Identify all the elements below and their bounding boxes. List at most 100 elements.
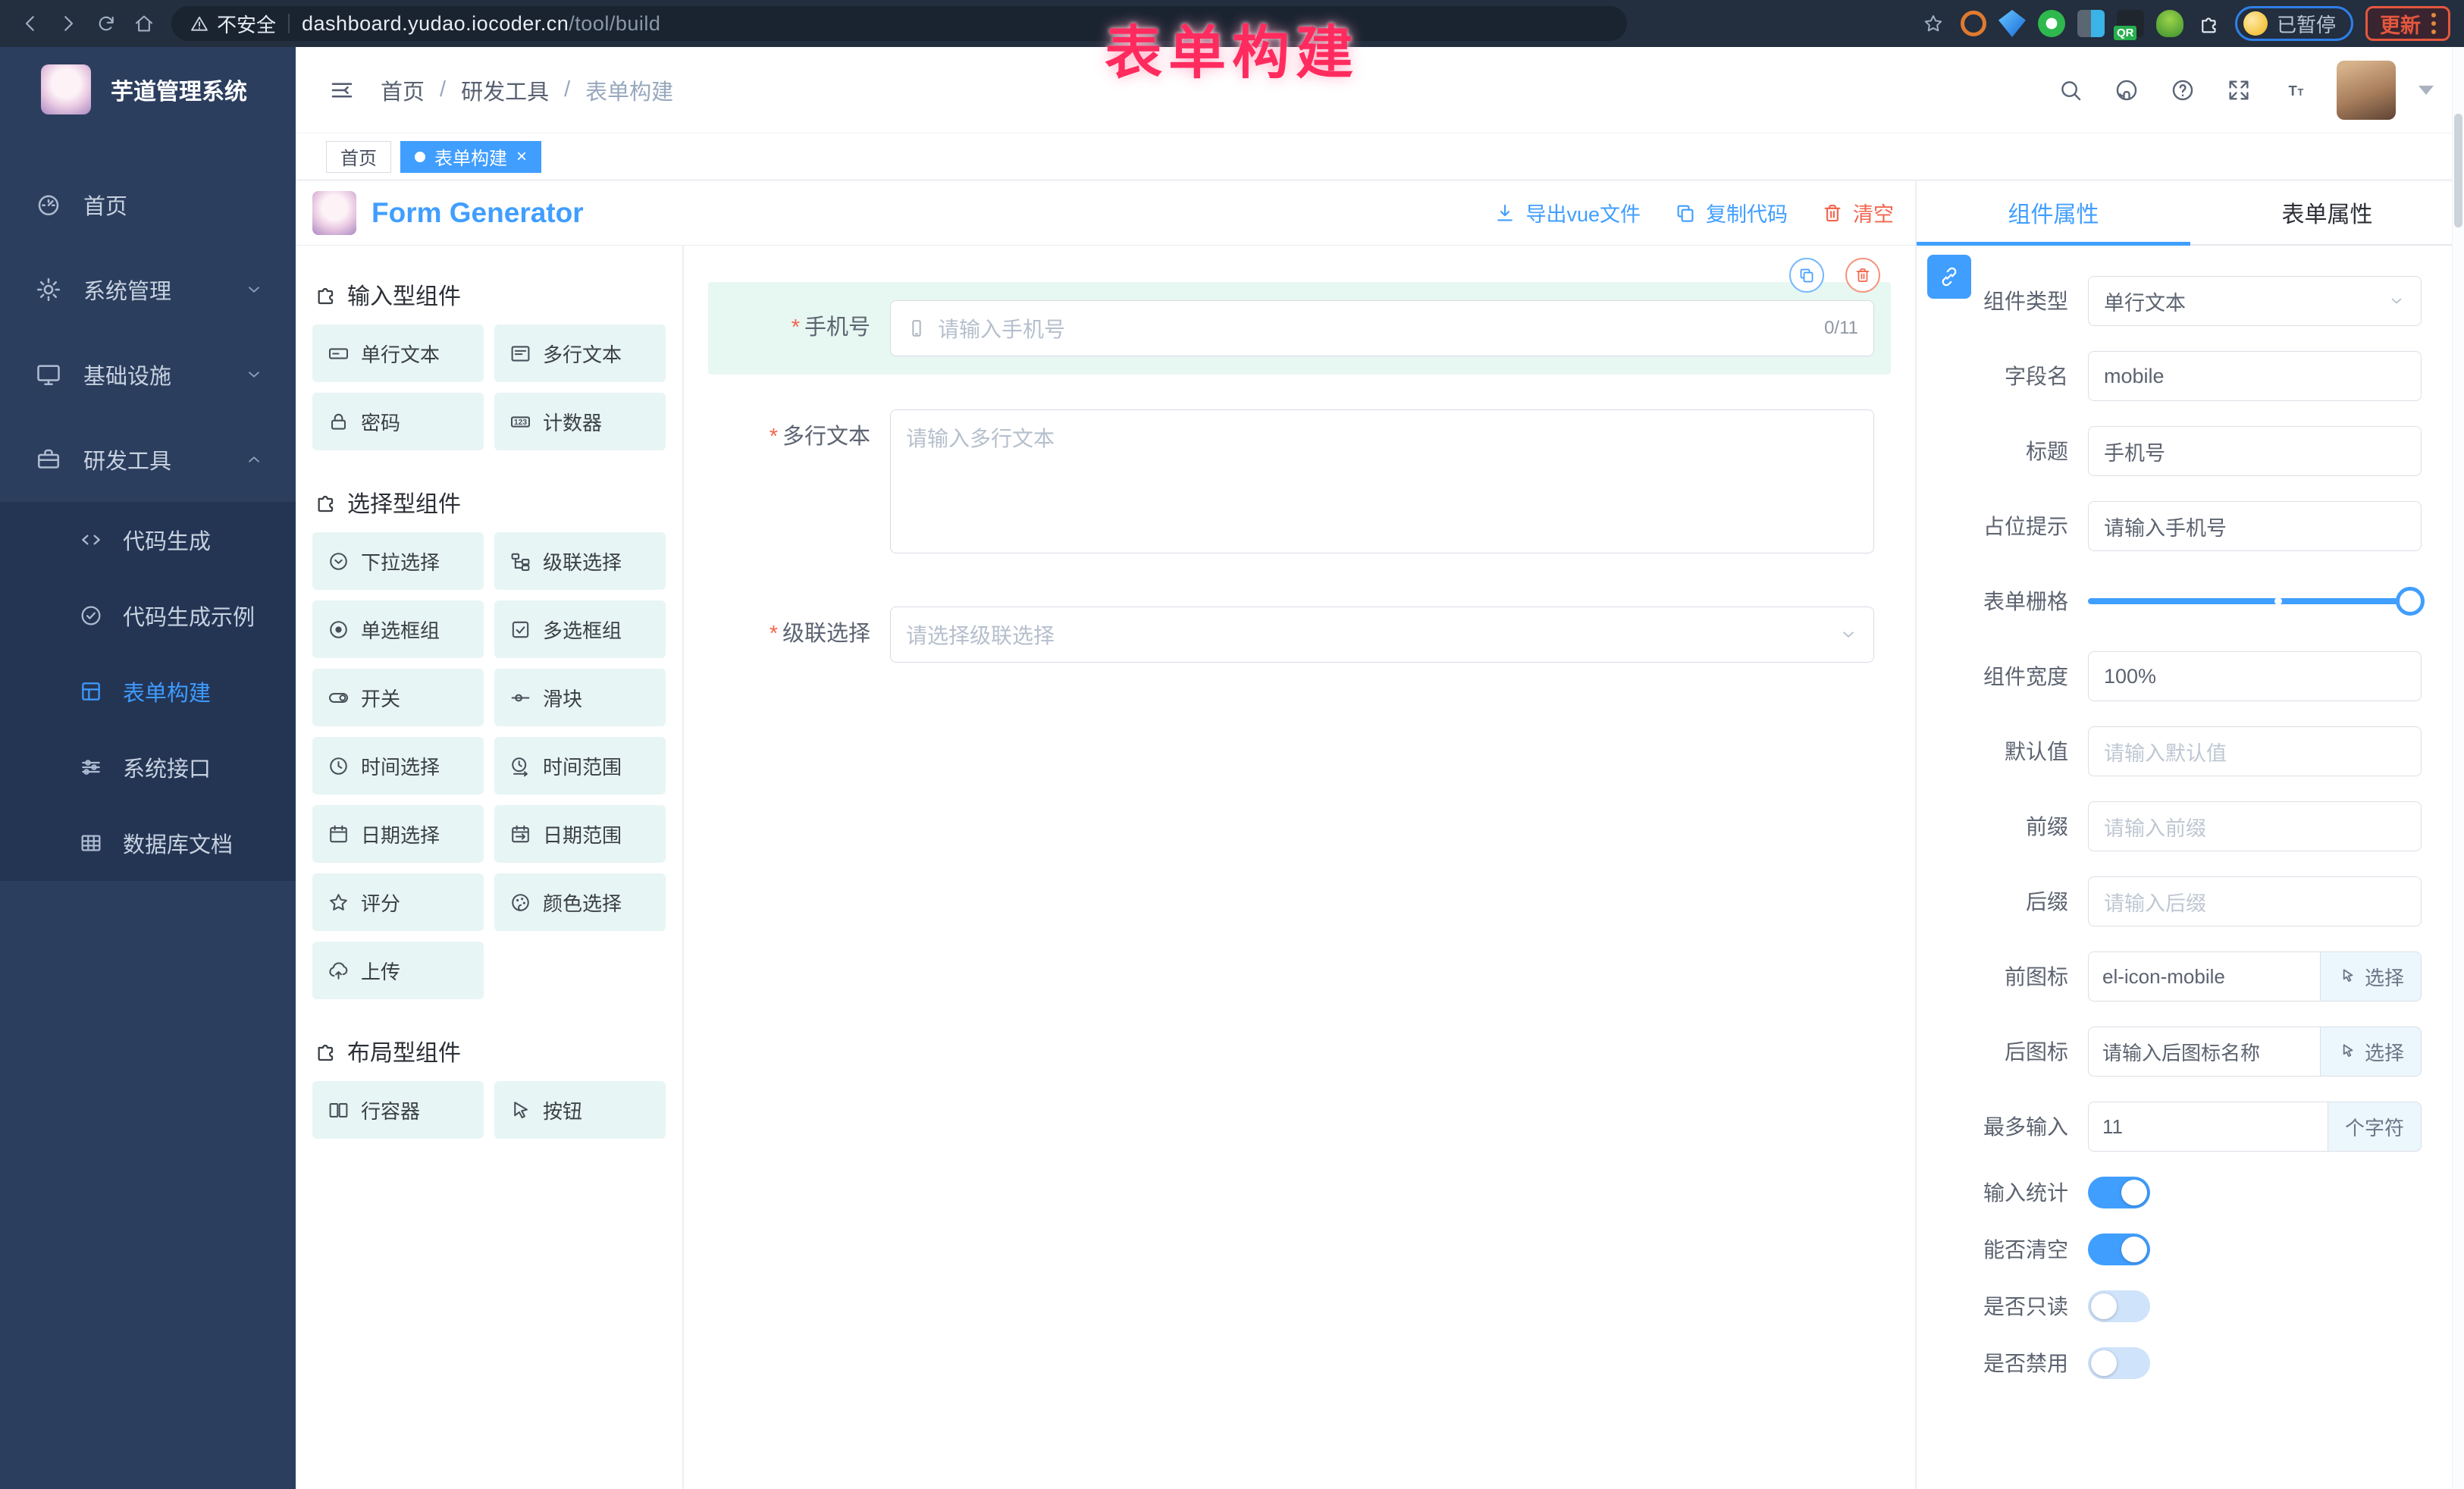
component-按钮[interactable]: 按钮 [494,1081,666,1139]
canvas-field-级联选择[interactable]: *级联选择请选择级联选择 [708,588,1891,681]
component-单选框组[interactable]: 单选框组 [312,600,484,658]
field-select[interactable]: 请选择级联选择 [890,607,1874,663]
avatar-caret-icon[interactable] [2419,86,2434,95]
prop-input[interactable]: 手机号 [2088,426,2422,476]
prop-append-button[interactable]: 选择 [2320,951,2422,1002]
sidebar-subitem-代码生成[interactable]: 代码生成 [0,502,296,578]
prop-input[interactable]: 请输入前缀 [2088,801,2422,851]
sidebar-subitem-代码生成示例[interactable]: 代码生成示例 [0,578,296,654]
toggle-能否清空[interactable] [2088,1234,2150,1265]
header-github-button[interactable] [2112,76,2141,105]
sidebar-item-首页[interactable]: 首页 [0,162,296,247]
browser-forward-button[interactable] [52,7,85,40]
prop-input[interactable]: el-icon-mobile [2088,951,2320,1002]
address-bar[interactable]: 不安全 dashboard.yudao.iocoder.cn/tool/buil… [171,6,1627,41]
header-search-button[interactable] [2056,76,2085,105]
prop-append-button[interactable]: 选择 [2320,1027,2422,1077]
prop-input[interactable]: 请输入后图标名称 [2088,1027,2320,1077]
close-tag-icon[interactable]: × [516,148,527,166]
toggle-是否只读[interactable] [2088,1290,2150,1322]
toggle-输入统计[interactable] [2088,1177,2150,1208]
component-单行文本[interactable]: 单行文本 [312,324,484,382]
breadcrumb-item[interactable]: 研发工具 [461,74,549,106]
component-行容器[interactable]: 行容器 [312,1081,484,1139]
sidebar-item-基础设施[interactable]: 基础设施 [0,332,296,417]
chevron-down-icon [1839,625,1858,644]
delete-field-button[interactable] [1845,258,1880,293]
component-计数器[interactable]: 123计数器 [494,393,666,450]
canvas-field-多行文本[interactable]: *多行文本请输入多行文本 [708,391,1891,572]
ext-gem-icon[interactable] [1998,10,2026,37]
security-chip[interactable]: 不安全 [190,10,276,38]
prop-append-button[interactable]: 个字符 [2328,1102,2422,1152]
ext-qr-icon[interactable] [2117,10,2144,37]
copy-field-button[interactable] [1789,258,1824,293]
sidebar-subitem-系统接口[interactable]: 系统接口 [0,729,296,805]
component-多行文本[interactable]: 多行文本 [494,324,666,382]
properties-tab-表单属性[interactable]: 表单属性 [2190,180,2464,244]
breadcrumb-item[interactable]: 首页 [381,74,425,106]
browser-home-button[interactable] [127,7,161,40]
prop-input[interactable]: 请输入默认值 [2088,726,2422,776]
component-日期选择[interactable]: 日期选择 [312,805,484,863]
header-font-size-button[interactable]: TT [2281,76,2309,105]
collapse-menu-icon[interactable] [326,74,358,106]
component-密码[interactable]: 密码 [312,393,484,450]
breadcrumb-item[interactable]: 表单构建 [585,74,673,106]
tag-首页[interactable]: 首页 [326,141,391,173]
sidebar-logo[interactable]: 芋道管理系统 [0,47,296,132]
ext-split-icon[interactable] [2077,10,2105,37]
browser-back-button[interactable] [14,7,47,40]
tag-表单构建[interactable]: 表单构建× [400,141,541,173]
prop-input[interactable]: mobile [2088,351,2422,401]
header-question-button[interactable] [2168,76,2197,105]
ext-plant-icon[interactable] [2156,10,2183,37]
field-input[interactable]: 请输入手机号0/11 [890,300,1874,356]
component-滑块[interactable]: 滑块 [494,669,666,726]
component-时间选择[interactable]: 时间选择 [312,737,484,795]
properties-tab-组件属性[interactable]: 组件属性 [1917,180,2190,244]
action-导出vue文件[interactable]: 导出vue文件 [1494,198,1641,227]
trash-icon [1821,202,1844,224]
field-textarea[interactable]: 请输入多行文本 [890,409,1874,553]
ext-orange-icon[interactable] [1961,11,1986,36]
component-颜色选择[interactable]: 颜色选择 [494,873,666,931]
prop-input[interactable]: 100% [2088,651,2422,701]
prop-input[interactable]: 11 [2088,1102,2328,1152]
component-开关[interactable]: 开关 [312,669,484,726]
action-清空[interactable]: 清空 [1821,198,1894,227]
sidebar-item-研发工具[interactable]: 研发工具 [0,417,296,502]
sidebar-subitem-数据库文档[interactable]: 数据库文档 [0,805,296,881]
slider-handle[interactable] [2396,587,2425,616]
component-上传[interactable]: 上传 [312,942,484,999]
page-scrollbar[interactable] [2452,47,2464,1489]
toggle-是否禁用[interactable] [2088,1347,2150,1379]
component-级联选择[interactable]: 级联选择 [494,532,666,590]
sidebar-item-系统管理[interactable]: 系统管理 [0,247,296,332]
scrollbar-thumb[interactable] [2454,114,2462,227]
form-grid-slider[interactable] [2088,576,2422,626]
action-复制代码[interactable]: 复制代码 [1674,198,1788,227]
header-fullscreen-button[interactable] [2224,76,2253,105]
update-button[interactable]: 更新 [2365,6,2450,41]
component-library: 输入型组件单行文本多行文本密码123计数器选择型组件下拉选择级联选择单选框组多选… [296,246,684,1489]
form-canvas[interactable]: *手机号请输入手机号0/11 *多行文本请输入多行文本 *级联选择请选择级联选择 [684,246,1915,1489]
prop-select[interactable]: 单行文本 [2088,276,2422,326]
component-时间范围[interactable]: 时间范围 [494,737,666,795]
prop-input[interactable]: 请输入手机号 [2088,501,2422,551]
component-多选框组[interactable]: 多选框组 [494,600,666,658]
sidebar-subitem-表单构建[interactable]: 表单构建 [0,654,296,729]
paused-badge[interactable]: 已暂停 [2235,6,2353,41]
user-avatar[interactable] [2337,61,2396,120]
menu-dots-icon[interactable] [2431,13,2436,34]
canvas-field-手机号[interactable]: *手机号请输入手机号0/11 [708,282,1891,375]
ext-green-icon[interactable] [2038,10,2065,37]
link-drawer-button[interactable] [1927,255,1971,299]
bookmark-star-icon[interactable] [1918,8,1948,39]
browser-reload-button[interactable] [89,7,123,40]
component-日期范围[interactable]: 日期范围 [494,805,666,863]
component-下拉选择[interactable]: 下拉选择 [312,532,484,590]
component-评分[interactable]: 评分 [312,873,484,931]
ext-puzzle-icon[interactable] [2196,10,2223,37]
prop-input[interactable]: 请输入后缀 [2088,876,2422,926]
